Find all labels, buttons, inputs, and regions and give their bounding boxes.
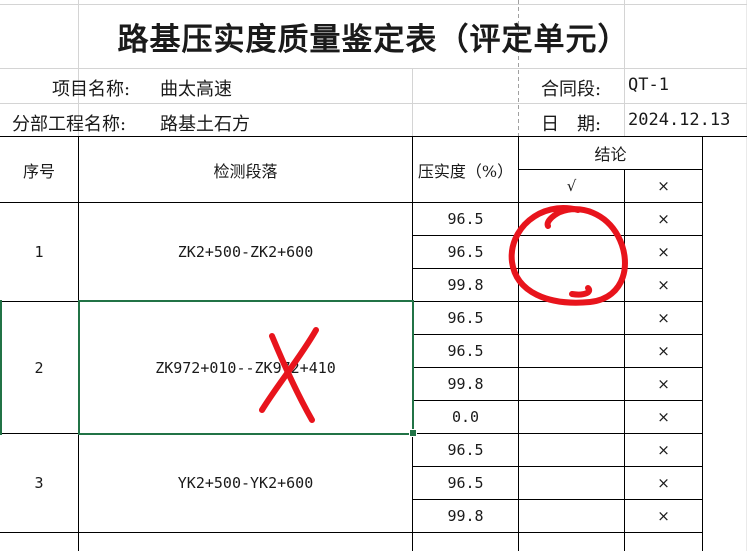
red-x-annotation [259,327,319,423]
annotation-layer [259,205,628,423]
red-circle-annotation [508,205,628,306]
